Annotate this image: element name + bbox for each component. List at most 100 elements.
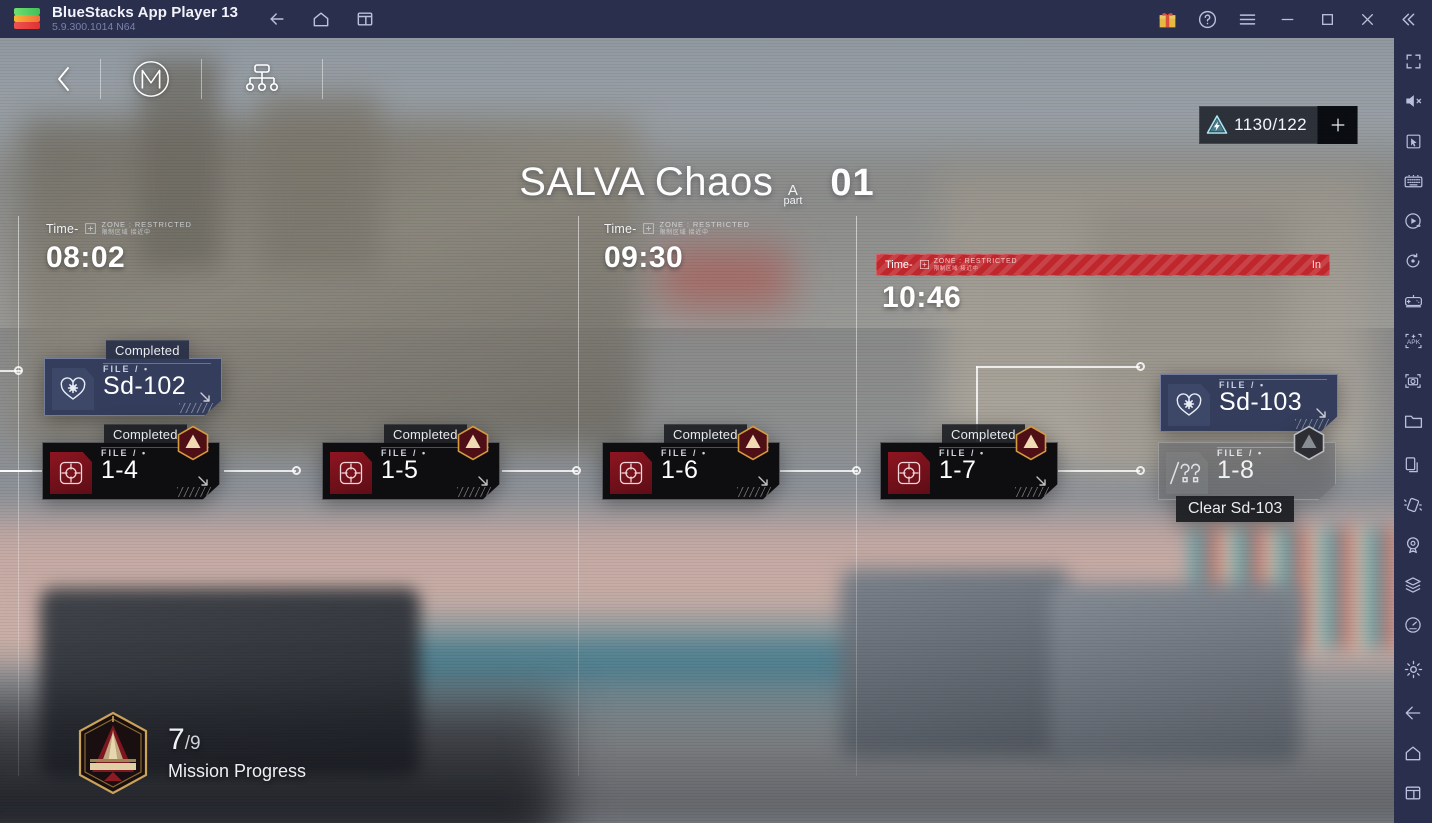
node-1-6[interactable]: Completed FILE / • 1-6	[602, 424, 780, 500]
gauge-icon[interactable]	[1400, 612, 1426, 638]
bluestacks-sidebar: APK	[1394, 38, 1432, 823]
fullscreen-icon[interactable]	[1400, 48, 1426, 74]
stage-title-number: 01	[830, 162, 875, 204]
svg-text:APK: APK	[1406, 339, 1420, 346]
node-lock-tooltip: Clear Sd-103	[1176, 496, 1295, 522]
crosshair-icon	[610, 452, 652, 494]
folder-icon[interactable]	[1400, 408, 1426, 434]
hamburger-menu-icon[interactable]	[1236, 8, 1258, 30]
column-divider-2	[578, 216, 579, 776]
card-hatch-decor	[1015, 487, 1049, 497]
android-home-icon[interactable]	[1400, 740, 1426, 766]
stage-part-label: part	[783, 195, 803, 207]
zone-label-top: ZONE : RESTRICTED	[659, 220, 750, 230]
chevron-double-left-icon[interactable]	[1396, 8, 1418, 30]
game-top-nav	[0, 48, 1394, 110]
rank-hexagon-icon	[176, 425, 210, 461]
game-back-button[interactable]	[28, 56, 100, 102]
close-icon[interactable]	[1356, 8, 1378, 30]
mission-progress-text: 7/9 Mission Progress	[168, 722, 307, 782]
recents-icon[interactable]	[354, 8, 376, 30]
android-back-icon[interactable]	[1400, 700, 1426, 726]
card-hatch-decor	[737, 487, 771, 497]
game-viewport: 1130/122 SALVA Chaos A part 01 Time- ZON…	[0, 38, 1394, 823]
location-pin-icon[interactable]	[1400, 532, 1426, 558]
gear-icon[interactable]	[1400, 656, 1426, 682]
time-value: 08:02	[46, 241, 126, 274]
connector-to-sd103	[976, 366, 1140, 368]
crosshair-icon	[888, 452, 930, 494]
status-badge: Completed	[106, 340, 189, 359]
status-badge: Completed	[104, 424, 187, 443]
mission-progress-total: /9	[184, 732, 201, 754]
mission-progress-label: Mission Progress	[168, 760, 307, 781]
mission-progress-count: 7/9	[168, 722, 306, 756]
apk-icon[interactable]: APK	[1400, 328, 1426, 354]
node-sd-103[interactable]: FILE / • Sd-103	[1160, 374, 1338, 432]
rank-hexagon-locked-icon	[1292, 425, 1326, 461]
time-value: 10:46	[882, 281, 962, 314]
app-title: BlueStacks App Player 13	[52, 3, 239, 21]
status-badge: Completed	[664, 424, 747, 443]
maximize-icon[interactable]	[1316, 8, 1338, 30]
node-1-7[interactable]: Completed FILE / • 1-7	[880, 424, 1058, 500]
connector-1-4-to-1-5	[224, 470, 296, 472]
back-icon[interactable]	[266, 8, 288, 30]
status-badge: Completed	[384, 424, 467, 443]
zone-marker: ZONE : RESTRICTED 限制区域 接近中	[919, 258, 1018, 272]
zone-label-bottom: 限制区域 接近中	[659, 229, 709, 236]
time-value: 09:30	[604, 241, 684, 274]
card-hatch-decor	[177, 487, 211, 497]
hierarchy-tree-icon[interactable]	[202, 56, 322, 102]
android-recents-icon[interactable]	[1400, 780, 1426, 806]
heart-gear-icon	[1168, 384, 1210, 426]
connector-dot-1-8	[1136, 466, 1145, 475]
shake-icon[interactable]	[1400, 492, 1426, 518]
node-1-8[interactable]: FILE / • 1-8 Clear Sd-103	[1158, 425, 1336, 522]
stage-title-part: A part	[783, 183, 802, 207]
stage-title: SALVA Chaos A part 01	[0, 160, 1394, 207]
connector-dot-1-6	[572, 466, 581, 475]
speaker-mute-icon[interactable]	[1400, 88, 1426, 114]
energy-triangle-icon	[1200, 106, 1234, 144]
bluestacks-logo-icon	[14, 8, 40, 30]
rank-hexagon-icon	[1014, 425, 1048, 461]
node-sd-102[interactable]: Completed FILE / • Sd-102	[44, 340, 222, 416]
connector-dot-1-5	[292, 466, 301, 475]
time-label: Time-	[46, 222, 79, 236]
zone-marker: ZONE : RESTRICTED 限制区域 接近中	[642, 221, 749, 237]
card-hatch-decor	[457, 487, 491, 497]
card-hatch-decor	[179, 403, 213, 413]
zone-label-top: ZONE : RESTRICTED	[933, 258, 1018, 266]
layers-icon[interactable]	[1400, 572, 1426, 598]
gift-icon[interactable]	[1156, 8, 1178, 30]
restricted-zone-bar: Time- ZONE : RESTRICTED 限制区域 接近中 In	[876, 254, 1330, 276]
time-label: Time-	[604, 222, 637, 236]
unknown-question-icon	[1166, 452, 1208, 494]
minimize-icon[interactable]	[1276, 8, 1298, 30]
zone-bar-right-text: In	[1311, 259, 1321, 271]
titlebar-nav-group	[266, 8, 376, 30]
nav-divider-3	[322, 59, 323, 99]
heart-gear-icon	[52, 368, 94, 410]
connector-1-7-to-1-8	[1058, 470, 1140, 472]
gamepad-icon[interactable]	[1400, 288, 1426, 314]
camera-icon[interactable]	[1400, 368, 1426, 394]
connector-dot-sd103	[1136, 362, 1145, 371]
circled-m-icon[interactable]	[101, 56, 201, 102]
energy-add-button[interactable]	[1317, 106, 1357, 144]
rotate-icon[interactable]	[1400, 248, 1426, 274]
rank-hexagon-icon	[456, 425, 490, 461]
help-circle-icon[interactable]	[1196, 8, 1218, 30]
cursor-icon[interactable]	[1400, 128, 1426, 154]
play-record-icon[interactable]	[1400, 208, 1426, 234]
node-1-4[interactable]: Completed FILE / • 1-4	[42, 424, 220, 500]
zone-label-top: ZONE : RESTRICTED	[101, 220, 192, 230]
multi-instance-icon[interactable]	[1400, 452, 1426, 478]
zone-marker: ZONE : RESTRICTED 限制区域 接近中	[84, 221, 191, 237]
zone-label-bottom: 限制区域 接近中	[933, 265, 979, 272]
node-1-5[interactable]: Completed FILE / • 1-5	[322, 424, 500, 500]
keyboard-icon[interactable]	[1400, 168, 1426, 194]
home-icon[interactable]	[310, 8, 332, 30]
mission-progress-current: 7	[168, 722, 185, 756]
